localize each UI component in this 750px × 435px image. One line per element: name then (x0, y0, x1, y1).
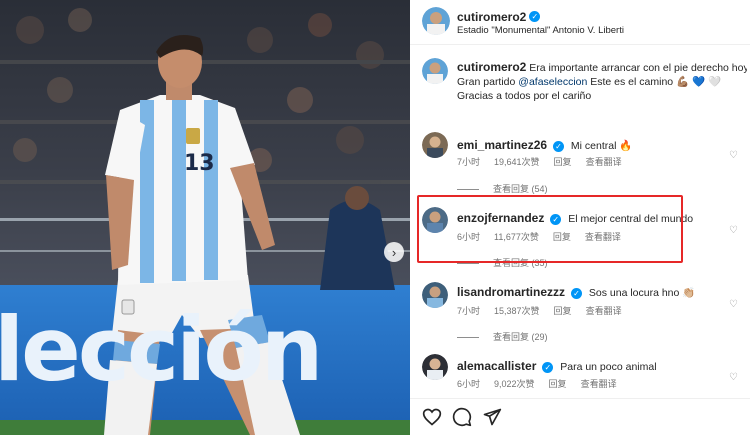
comment-reply-button[interactable]: 回复 (554, 306, 572, 316)
comment-likes[interactable]: 11,677次赞 (494, 232, 539, 242)
comment-likes[interactable]: 15,387次赞 (494, 306, 540, 316)
comment-username[interactable]: emi_martinez26 (457, 138, 547, 152)
comment-translate-button[interactable]: 查看翻译 (585, 232, 621, 242)
verified-icon: ✓ (550, 213, 562, 225)
comment-reply-button[interactable]: 回复 (553, 232, 571, 242)
verified-icon: ✓ (529, 11, 541, 23)
jersey-number: 13 (184, 151, 215, 176)
commenter-avatar[interactable] (422, 132, 448, 158)
commenter-avatar[interactable] (422, 282, 448, 308)
caption-avatar[interactable] (422, 58, 448, 84)
author-avatar[interactable] (422, 7, 450, 35)
comment-time: 7小时 (457, 306, 481, 316)
comment-likes[interactable]: 9,022次赞 (494, 379, 535, 389)
view-replies-label: 查看回复 (54) (493, 184, 548, 194)
view-replies-button[interactable]: 查看回复 (35) (457, 256, 548, 269)
comment-username[interactable]: enzojfernandez (457, 211, 544, 225)
caption-line-2-prefix: Gran partido (457, 76, 519, 88)
comment-time: 6小时 (457, 232, 481, 242)
comment-likes[interactable]: 19,641次赞 (494, 157, 540, 167)
caption-username[interactable]: cutiromero2 (457, 60, 526, 74)
post-header: cutiromero2 ✓ Estadio "Monumental" Antoni… (410, 0, 750, 45)
caption-line-2-suffix: Este es el camino 💪🏽 💙 🤍 (587, 76, 722, 88)
comment-translate-button[interactable]: 查看翻译 (581, 379, 617, 389)
view-replies-label: 查看回复 (35) (493, 258, 548, 268)
comment-text: Mi central 🔥 (570, 140, 633, 152)
heart-icon[interactable]: ♡ (729, 299, 738, 310)
comment-username[interactable]: alemacallister (457, 359, 536, 373)
view-replies-button[interactable]: 查看回复 (54) (457, 182, 548, 195)
comment-text: El mejor central del mundo (568, 213, 694, 225)
comment-reply-button[interactable]: 回复 (554, 157, 572, 167)
heart-icon[interactable]: ♡ (729, 372, 738, 383)
author-username[interactable]: cutiromero2 (457, 10, 526, 24)
comment-text: Sos una locura hno 👏🏼 (588, 287, 696, 299)
caption-line-1: Era importante arrancar con el pie derec… (529, 62, 747, 74)
view-replies-label: 查看回复 (29) (493, 332, 548, 342)
heart-icon[interactable]: ♡ (729, 225, 738, 236)
comment-translate-button[interactable]: 查看翻译 (586, 157, 622, 167)
comment-text: Para un poco animal (560, 361, 657, 373)
post-photo[interactable]: 13 lección › (0, 0, 410, 435)
verified-icon: ✓ (542, 361, 554, 373)
comment-username[interactable]: lisandromartinezzz (457, 285, 565, 299)
heart-icon[interactable]: ♡ (729, 150, 738, 161)
caption-line-3: Gracias a todos por el cariño (457, 90, 592, 102)
divider (457, 337, 479, 339)
post-actions-bar (410, 398, 750, 435)
commenter-avatar[interactable] (422, 354, 448, 380)
verified-icon: ✓ (552, 140, 564, 152)
divider (457, 189, 479, 191)
share-icon[interactable] (482, 407, 502, 427)
divider (457, 263, 479, 265)
post-sidebar: cutiromero2 ✓ Estadio "Monumental" Antoni… (410, 0, 750, 435)
like-icon[interactable] (422, 407, 442, 427)
chevron-right-icon: › (391, 244, 397, 260)
commenter-avatar[interactable] (422, 207, 448, 233)
comment-time: 6小时 (457, 379, 481, 389)
view-replies-button[interactable]: 查看回复 (29) (457, 330, 548, 343)
location-link[interactable]: Estadio "Monumental" Antonio V. Liberti (457, 25, 624, 36)
advertising-board-text: lección (0, 298, 323, 401)
next-photo-button[interactable]: › (384, 242, 404, 262)
comment-icon[interactable] (452, 407, 472, 427)
comment-time: 7小时 (457, 157, 481, 167)
verified-icon: ✓ (570, 287, 582, 299)
comment-reply-button[interactable]: 回复 (549, 379, 567, 389)
comment-translate-button[interactable]: 查看翻译 (586, 306, 622, 316)
mention-link[interactable]: @afaseleccion (518, 76, 587, 88)
